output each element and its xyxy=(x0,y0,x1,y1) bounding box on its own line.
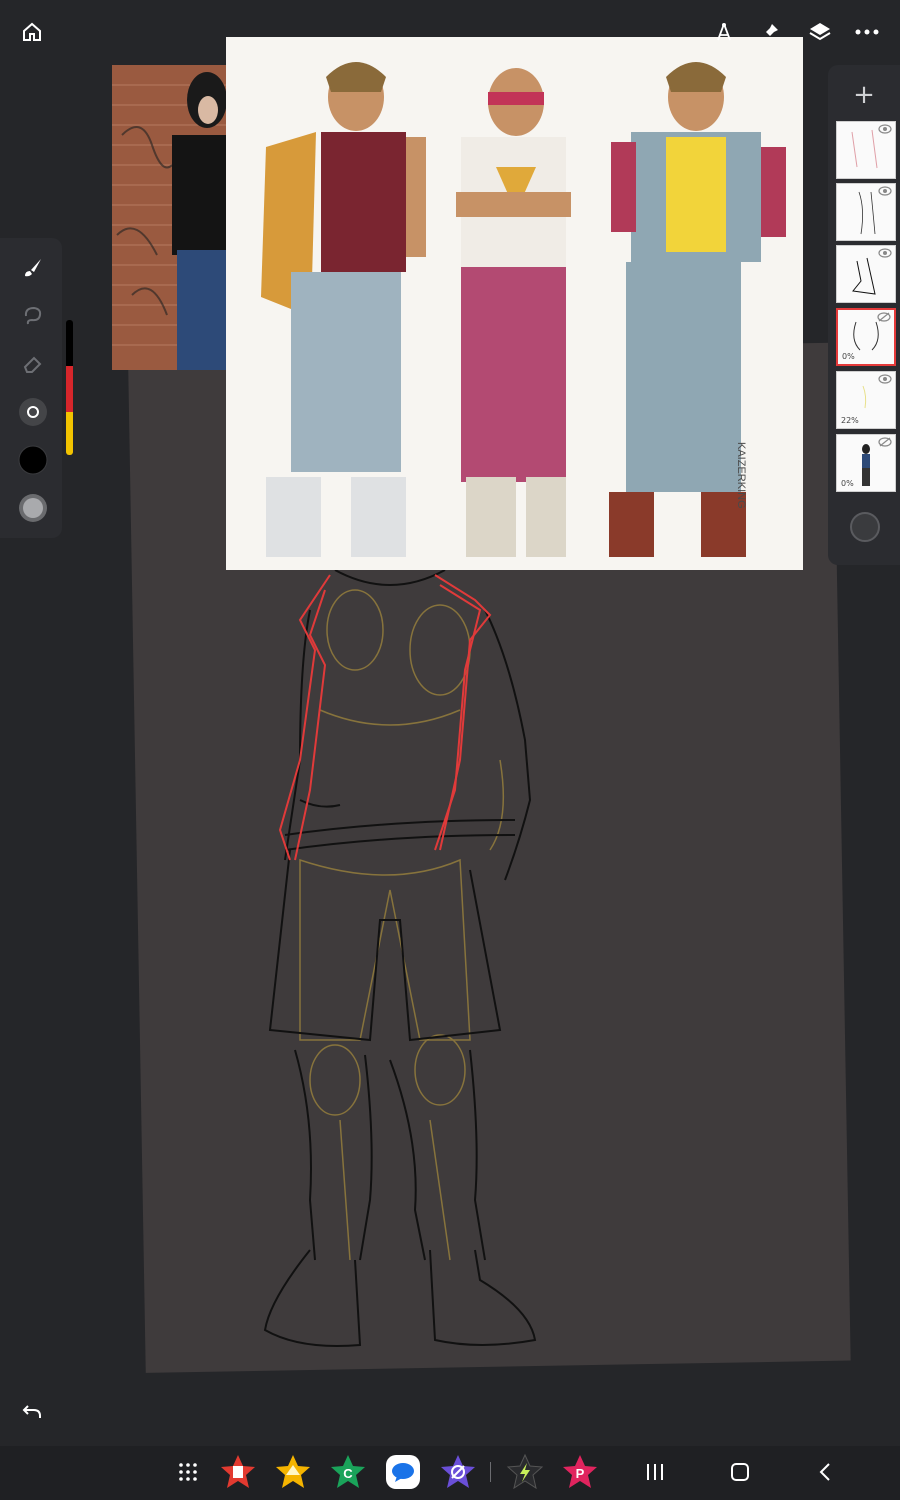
eye-hidden-icon[interactable] xyxy=(878,437,892,447)
color-swatch[interactable] xyxy=(15,442,51,478)
layer-thumbnail-3[interactable] xyxy=(836,245,896,303)
color-slider[interactable] xyxy=(66,320,73,455)
reference-photo[interactable] xyxy=(112,65,230,370)
layer-thumbnail-2[interactable] xyxy=(836,183,896,241)
eye-hidden-icon[interactable] xyxy=(877,312,891,322)
app-purple-star-icon[interactable] xyxy=(438,1452,478,1492)
layer-opacity: 0% xyxy=(841,479,854,488)
eye-icon[interactable] xyxy=(878,248,892,258)
ruler-icon[interactable] xyxy=(704,12,744,52)
eraser-icon[interactable] xyxy=(15,346,51,382)
home-nav-icon[interactable] xyxy=(720,1452,760,1492)
add-layer-button[interactable]: + xyxy=(848,79,880,111)
pin-icon[interactable] xyxy=(750,12,790,52)
reference-artwork-image: KAIZERKING xyxy=(226,37,803,570)
messages-app-icon[interactable] xyxy=(383,1452,423,1492)
layers-icon[interactable] xyxy=(800,12,840,52)
layer-thumbnail-4[interactable]: 0% xyxy=(836,308,896,366)
undo-icon[interactable] xyxy=(12,1392,52,1432)
eye-icon[interactable] xyxy=(878,186,892,196)
more-icon[interactable] xyxy=(847,12,887,52)
brush-size-icon[interactable] xyxy=(15,394,51,430)
lasso-icon[interactable] xyxy=(15,298,51,334)
eye-icon[interactable] xyxy=(878,374,892,384)
layer-opacity: 0% xyxy=(842,352,855,361)
taskbar-divider xyxy=(490,1462,491,1482)
reference-photo-image xyxy=(112,65,230,370)
svg-text:P: P xyxy=(576,1466,585,1481)
app-green-star-icon[interactable]: C xyxy=(328,1452,368,1492)
layer-thumbnail-1[interactable] xyxy=(836,121,896,179)
tool-panel xyxy=(0,238,62,538)
svg-text:C: C xyxy=(343,1466,353,1481)
brush-icon[interactable] xyxy=(15,250,51,286)
layer-color-button[interactable] xyxy=(850,512,880,542)
app-dark-star-icon[interactable] xyxy=(505,1452,545,1492)
layers-panel: + 0% 22% 0% xyxy=(828,65,900,565)
back-icon[interactable] xyxy=(805,1452,845,1492)
recents-icon[interactable] xyxy=(635,1452,675,1492)
layer-thumbnail-6[interactable]: 0% xyxy=(836,434,896,492)
eye-icon[interactable] xyxy=(878,124,892,134)
layer-thumbnail-5[interactable]: 22% xyxy=(836,371,896,429)
pinterest-app-icon[interactable]: P xyxy=(560,1452,600,1492)
layer-opacity: 22% xyxy=(841,416,859,425)
reference-artwork[interactable]: KAIZERKING xyxy=(226,37,803,570)
app-red-star-icon[interactable] xyxy=(218,1452,258,1492)
apps-grid-icon[interactable] xyxy=(168,1452,208,1492)
home-icon[interactable] xyxy=(12,12,52,52)
sketch-drawing xyxy=(263,569,537,1347)
opacity-swatch[interactable] xyxy=(15,490,51,526)
app-yellow-star-icon[interactable] xyxy=(273,1452,313,1492)
artist-signature: KAIZERKING xyxy=(735,442,747,509)
